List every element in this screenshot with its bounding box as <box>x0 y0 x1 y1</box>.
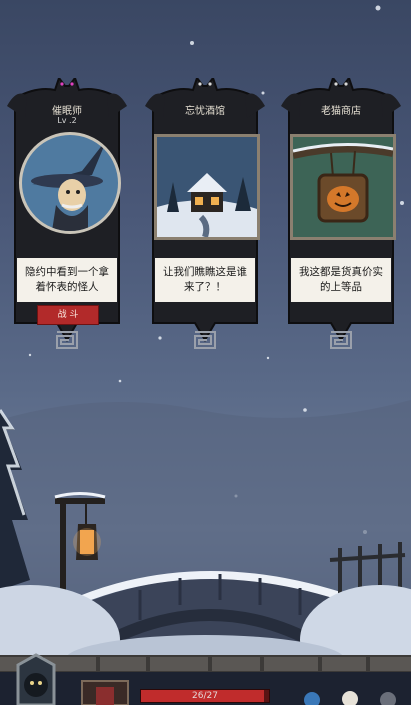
wizard-hat-icon <box>31 139 107 231</box>
fight-button[interactable]: 战 斗 <box>37 305 99 325</box>
character-avatar-icon <box>16 653 56 705</box>
card-description: 隐约中看到一个拿着怀表的怪人 <box>17 258 117 302</box>
card-description: 让我们瞧瞧这是谁来了？！ <box>155 258 255 302</box>
tavern-portrait <box>154 134 260 240</box>
health-text: 26/27 <box>192 691 218 701</box>
hypnotist-portrait <box>19 132 121 234</box>
level-label: Lv .2 <box>57 116 77 125</box>
swirl-icon <box>56 331 78 349</box>
cat-shop-card[interactable]: 老猫商店 我这都是货真价实的上等品 <box>281 78 401 358</box>
pumpkin-sign-icon <box>293 137 393 237</box>
item-card-icon <box>81 680 129 705</box>
inventory-icons <box>304 691 396 705</box>
hypnotist-card[interactable]: 催眠师 Lv .2 隐约中看到一个拿着怀表的怪人 战 斗 <box>7 78 127 358</box>
swirl-icon <box>194 331 216 349</box>
card-title: 催眠师 <box>52 106 82 117</box>
card-title: 忘忧酒馆 <box>185 106 225 117</box>
shop-portrait <box>290 134 396 240</box>
card-description: 我这都是货真价实的上等品 <box>291 258 391 302</box>
house-icon <box>157 137 257 237</box>
swirl-icon <box>330 331 352 349</box>
health-bar: 26/27 <box>140 689 270 703</box>
tavern-card[interactable]: 忘忧酒馆 让我们瞧瞧这是谁来了？！ <box>145 78 265 358</box>
card-title: 老猫商店 <box>321 106 361 117</box>
